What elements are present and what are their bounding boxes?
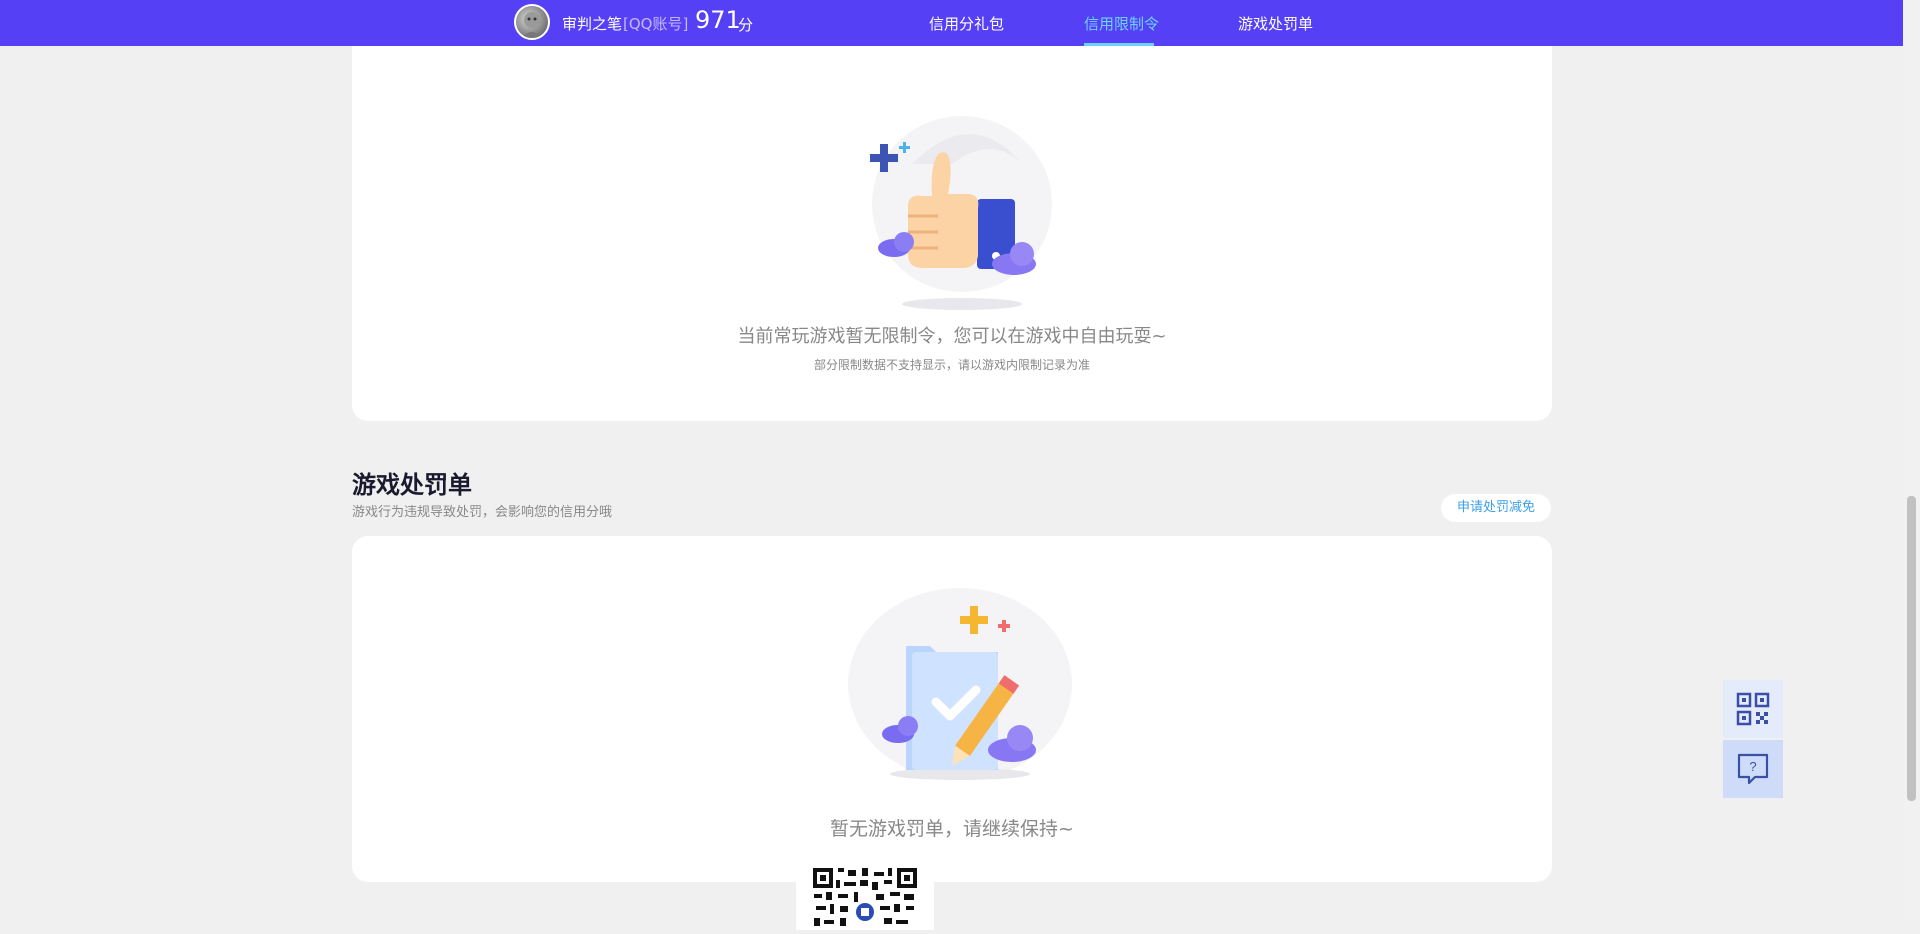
user-name: 审判之笔: [562, 15, 623, 33]
penalty-section-title: 游戏处罚单: [352, 471, 472, 499]
avatar[interactable]: [514, 4, 550, 40]
help-chat-icon: ?: [1737, 753, 1769, 785]
penalty-empty-message: 暂无游戏罚单，请继续保持~: [830, 818, 1074, 840]
active-nav-indicator: [1084, 43, 1154, 46]
scrollbar-thumb[interactable]: [1907, 496, 1916, 801]
credit-score: 971: [695, 6, 741, 34]
nav-credit-restriction[interactable]: 信用限制令: [1084, 13, 1159, 34]
credit-score-unit: 分: [738, 16, 754, 34]
restriction-card: 当前常玩游戏暂无限制令，您可以在游戏中自由玩耍~ 部分限制数据不支持显示，请以游…: [352, 20, 1552, 421]
penalty-card: 暂无游戏罚单，请继续保持~: [352, 536, 1552, 882]
footer-qr-code: [796, 860, 934, 930]
nav-game-penalty[interactable]: 游戏处罚单: [1238, 13, 1313, 34]
nav-credit-gift[interactable]: 信用分礼包: [929, 13, 1004, 34]
account-type-label: [QQ账号]: [623, 15, 689, 33]
qr-code-icon: [1736, 692, 1770, 726]
restriction-note: 部分限制数据不支持显示，请以游戏内限制记录为准: [813, 358, 1090, 372]
svg-text:?: ?: [1749, 759, 1756, 774]
clipboard-check-illustration: [848, 588, 1072, 780]
help-float-button[interactable]: ?: [1723, 740, 1783, 798]
restriction-empty-message: 当前常玩游戏暂无限制令，您可以在游戏中自由玩耍~: [737, 326, 1167, 347]
qr-code-float-button[interactable]: [1723, 680, 1783, 738]
top-navigation-bar: 审判之笔 [QQ账号] 971 分 信用分礼包 信用限制令 游戏处罚单: [0, 0, 1903, 46]
qr-code-image: [812, 866, 918, 930]
thumbs-up-illustration: [870, 116, 1052, 310]
apply-penalty-reduction-button[interactable]: 申请处罚减免: [1441, 494, 1551, 522]
penalty-section-subtitle: 游戏行为违规导致处罚，会影响您的信用分哦: [352, 505, 613, 520]
